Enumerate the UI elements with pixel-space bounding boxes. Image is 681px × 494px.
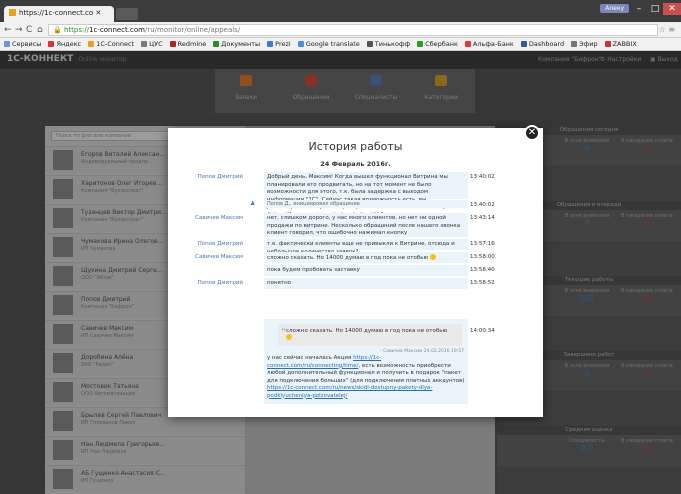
message-sender[interactable]: Савичев Максим [195,254,243,260]
reply-text: у нас сейчас началась Акция https://1c-c… [267,355,465,399]
bookmark-item[interactable]: ЦУС [141,40,163,48]
bookmark-icon [48,41,55,47]
bookmark-item[interactable]: Сервисы [4,40,41,48]
bookmark-item[interactable]: Dashboard [520,40,564,48]
bookmark-item[interactable]: Эфир [571,40,598,48]
bookmark-item[interactable]: Redmine [169,40,206,48]
reload-icon[interactable]: C [26,25,32,35]
message-time: 13:58:52 [470,280,495,286]
browser-tab[interactable]: https://1c-connect.co ✕ [4,6,114,22]
history-modal: История работы ✕ 24 Февраль 2016г. 14:00… [168,125,543,417]
browser-titlebar: https://1c-connect.co ✕ Алеку – □ ✕ [0,0,681,22]
message-time: 13:58:00 [470,254,495,260]
smile-icon [286,334,292,340]
message-sender[interactable]: Попов Дмитрий [198,174,243,180]
message-sender[interactable]: Попов Дмитрий [198,241,243,247]
star-icon[interactable]: ☆ ≡ [659,25,675,34]
bookmark-icon [366,41,373,47]
message-time: 13:40:02 [470,174,495,180]
message-bubble: пока будем пробовать заставку [264,265,468,276]
message-time: 13:57:16 [470,241,495,247]
system-message: Попов Д., инициировал обращение [264,200,468,208]
smile-icon [429,254,436,260]
bookmark-item[interactable]: Сбербанк [417,40,458,48]
bookmark-icon [141,41,148,47]
bookmark-item[interactable]: Prezi [267,40,291,48]
forward-icon[interactable]: → [15,25,23,35]
close-icon[interactable]: ✕ [524,125,540,141]
bookmark-item[interactable]: Альфа-Банк [464,40,514,48]
bookmark-icon [4,41,10,47]
message-sender[interactable]: Савичев Максим [195,215,243,221]
user-badge[interactable]: Алеку [600,4,629,13]
home-icon[interactable]: ⌂ [37,25,43,35]
history-date: 24 Февраль 2016г. [320,160,391,168]
bookmark-item[interactable]: Яндекс [48,40,81,48]
bookmark-item[interactable]: Google translate [297,40,360,48]
address-bar: ← → C ⌂ 🔒 https://1c-connect.com/ru/moni… [0,22,681,38]
bookmark-icon [417,41,424,47]
message-bubble: понятно [264,278,468,289]
message-time: 13:40:02 [470,202,495,208]
bookmark-icon [267,41,274,47]
message-time: 13:58:40 [470,267,495,273]
user-icon: ♟ [250,200,256,207]
packages-link[interactable]: https://1c-connect.com/ru/news/skidi-dos… [267,385,432,399]
bookmark-icon [88,41,95,47]
message-bubble: сложно сказать. Но 14000 думаю в год пок… [264,252,468,263]
quoted-reply: ❝ сложно сказать. Но 14000 думаю в год по… [264,319,468,404]
modal-title: История работы [308,140,403,153]
bookmark-item[interactable]: Документы [213,40,260,48]
quote-icon: ❝ [281,327,286,337]
bookmark-icon [464,41,471,47]
quote-author: - Савичев Максим 24.02.2016 19:57 [380,349,464,354]
bookmark-icon [604,41,611,47]
bookmark-icon [520,41,527,47]
bookmarks-bar: Сервисы Яндекс 1С-Connect ЦУС Redmine Докумен… [0,38,681,51]
url-input[interactable]: 🔒 https://1c-connect.com/ru/monitor/onli… [48,24,658,36]
bookmark-icon [213,41,220,47]
bookmark-item[interactable]: Тинькофф [366,40,410,48]
close-window-icon[interactable]: ✕ [663,3,681,15]
maximize-icon[interactable]: □ [647,3,663,15]
message-bubble: т.е. фактически клиенты еще не привыкли … [264,239,468,255]
bookmark-item[interactable]: ZABBIX [604,40,637,48]
favicon-icon [9,9,16,16]
bookmark-icon [571,41,578,47]
message-time: 14:00:34 [470,328,495,334]
bookmark-icon [169,41,176,47]
message-bubble: нет, слишком дорого, у нас много клиенто… [264,213,468,237]
message-sender[interactable]: Попов Дмитрий [198,280,243,286]
quote-block: ❝ сложно сказать. Но 14000 думаю в год по… [278,324,462,346]
minimize-icon[interactable]: – [631,3,647,15]
new-tab-button[interactable] [116,8,138,20]
bookmark-icon [297,41,304,47]
bookmark-item[interactable]: 1С-Connect [88,40,134,48]
message-time: 13:43:14 [470,215,495,221]
back-icon[interactable]: ← [4,25,12,35]
message-bubble: Добрый день, Максим! Когда вышел функцио… [264,172,468,218]
